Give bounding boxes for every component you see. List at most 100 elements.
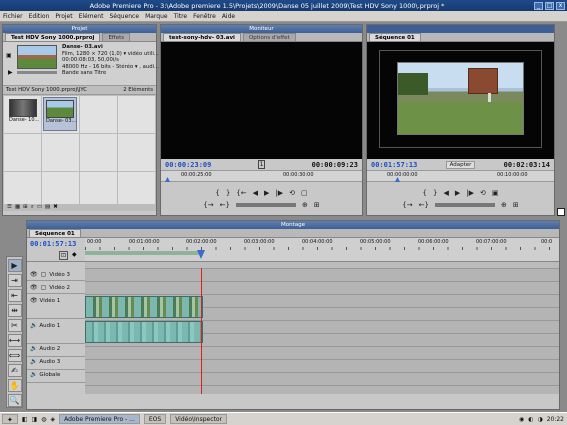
tab-sequence[interactable]: Séquence 01 [29,229,81,237]
track-header-audio2[interactable]: 🔊 Audio 2 [27,345,85,357]
resize-corner-icon[interactable] [557,208,565,216]
taskbar-item-eos[interactable]: EOS [143,414,167,424]
loop-icon[interactable]: ⟲ [480,189,486,197]
close-button[interactable]: x [556,1,565,10]
find-icon[interactable]: ⌕ [31,204,34,211]
lock-icon[interactable]: ▢ [41,284,47,291]
step-forward-button[interactable]: |▶ [466,189,474,197]
track-header-video2[interactable]: 👁 ▢ Vidéo 2 [27,282,85,294]
mark-in-button[interactable]: { [215,189,219,197]
menu-edition[interactable]: Edition [29,13,50,20]
shuttle-slider[interactable] [434,202,495,207]
source-current-timecode[interactable]: 00:00:23:09 [165,161,211,169]
program-current-timecode[interactable]: 00:01:57:13 [371,161,417,169]
timeline-current-timecode[interactable]: 00:01:57:13 [30,240,76,248]
menu-fenetre[interactable]: Fenêtre [193,13,216,20]
bin-item-selected[interactable]: Danse- 03... [43,97,77,131]
razor-tool-icon[interactable]: ✂ [7,319,22,332]
track-header-audio1[interactable]: 🔊 Audio 1 [27,320,85,344]
tab-project[interactable]: Test HDV Sony 1000.prproj [5,33,101,41]
ripple-edit-tool-icon[interactable]: ⇤ [7,289,22,302]
lift-button[interactable]: ⊕ [501,201,507,209]
maximize-button[interactable]: □ [545,1,554,10]
video-clip-strip[interactable] [85,296,203,318]
start-menu-icon[interactable]: ✦ [2,414,18,424]
tab-effect-options[interactable]: Options d'effet [242,33,296,41]
speaker-icon[interactable]: 🔊 [30,322,37,329]
quicklaunch-icon[interactable]: ◍ [41,416,46,423]
tab-source-clip[interactable]: test-sony-hdv- 03.avi [163,33,241,41]
hand-tool-icon[interactable]: ✋ [7,379,22,392]
quicklaunch-icon[interactable]: ◨ [32,416,38,423]
source-time-ruler[interactable]: 00:00:25:00 00:00:30:00 [161,170,362,182]
speaker-icon[interactable]: 🔊 [30,371,37,378]
safe-margin-icon[interactable]: 1 [257,160,266,169]
loop-icon[interactable]: ⟲ [289,189,295,197]
mark-out-button[interactable]: } [226,189,230,197]
marker-icon[interactable]: ◆ [72,251,77,258]
safe-margins-icon[interactable]: ▣ [492,189,499,197]
track-header-audio3[interactable]: 🔊 Audio 3 [27,358,85,370]
tray-icon[interactable]: ◐ [528,416,533,423]
mark-in-button[interactable]: { [423,189,427,197]
automate-icon[interactable]: ⊞ [23,204,28,211]
taskbar-item-inspector[interactable]: Vidéo\Inspector [170,414,228,424]
extract-button[interactable]: ⊞ [513,201,519,209]
minimize-button[interactable]: _ [534,1,543,10]
menu-sequence[interactable]: Séquence [109,13,139,20]
source-playhead[interactable] [165,177,170,182]
safe-margins-icon[interactable]: ▢ [301,189,308,197]
shuttle-slider[interactable] [235,202,296,207]
tray-icon[interactable]: ◉ [519,416,524,423]
timeline-ruler[interactable]: 00:00 00:01:00:00 00:02:00:00 00:03:00:0… [85,238,559,261]
eye-icon[interactable]: 👁 [30,271,38,278]
track-header-master[interactable]: 🔊 Globale [27,371,85,383]
tab-program-sequence[interactable]: Séquence 01 [369,33,421,41]
play-button[interactable]: ▶ [264,189,269,197]
slide-tool-icon[interactable]: ⟺ [7,349,22,362]
audio-clip-strip[interactable] [85,321,203,343]
insert-button[interactable]: ⊕ [302,201,308,209]
menu-fichier[interactable]: Fichier [3,13,23,20]
delete-icon[interactable]: ✖ [53,204,58,211]
track-select-tool-icon[interactable]: ⇥ [7,274,22,287]
zoom-tool-icon[interactable]: 🔍 [7,394,22,407]
menu-titre[interactable]: Titre [174,13,188,20]
step-back-button[interactable]: ◀ [253,189,258,197]
taskbar-item-premiere[interactable]: Adobe Premiere Pro - ... [59,414,140,424]
zoom-select[interactable]: Adapter [445,160,476,169]
eye-icon[interactable]: 👁 [30,284,38,291]
snap-icon[interactable]: ⊡ [59,251,69,260]
step-back-button[interactable]: ◀ [443,189,448,197]
step-forward-button[interactable]: |▶ [275,189,283,197]
play-preview-icon[interactable]: ▶ [8,69,13,76]
set-unnumbered-marker[interactable]: {→ [203,201,213,209]
new-bin-icon[interactable]: ▭ [37,204,42,211]
track-header-video1[interactable]: 👁 Vidéo 1 [27,295,85,319]
menu-marque[interactable]: Marque [145,13,168,20]
goto-in-button[interactable]: {→ [402,201,412,209]
bin-item[interactable]: Danse- 10... [9,99,39,129]
quicklaunch-icon[interactable]: ◧ [22,416,28,423]
preview-scrubber[interactable] [17,71,57,74]
pen-tool-icon[interactable]: ✍ [7,364,22,377]
poster-frame-icon[interactable]: ▣ [6,52,12,59]
work-area-bar[interactable] [85,251,203,255]
tab-effects[interactable]: Effets [102,33,131,41]
play-button[interactable]: ▶ [455,189,460,197]
menu-element[interactable]: Elément [79,13,104,20]
tray-icon[interactable]: ◑ [537,416,542,423]
overlay-button[interactable]: ⊞ [314,201,320,209]
icon-view-icon[interactable]: ▦ [15,204,20,211]
goto-out-button[interactable]: ←} [419,201,429,209]
goto-out-button[interactable]: ←} [220,201,230,209]
eye-icon[interactable]: 👁 [30,297,38,304]
speaker-icon[interactable]: 🔊 [30,345,37,352]
slip-tool-icon[interactable]: ⟷ [7,334,22,347]
menu-projet[interactable]: Projet [55,13,72,20]
track-header-video3[interactable]: 👁 ▢ Vidéo 3 [27,269,85,281]
mark-out-button[interactable]: } [433,189,437,197]
program-time-ruler[interactable]: 00:00:00:00 00:10:00:00 [367,170,554,182]
menu-aide[interactable]: Aide [222,13,235,20]
list-view-icon[interactable]: ☰ [7,204,12,211]
